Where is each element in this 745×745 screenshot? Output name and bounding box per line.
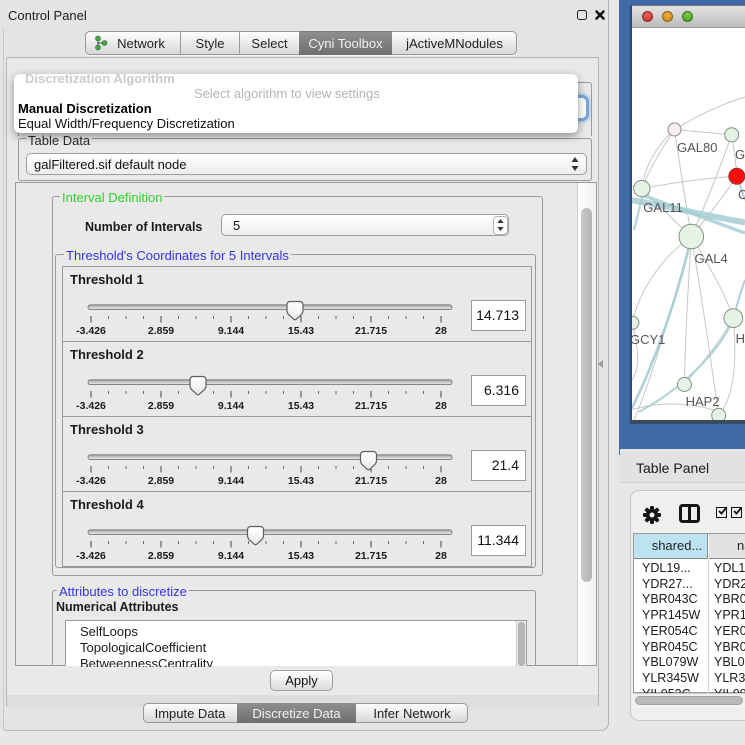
- svg-text:C: C: [738, 187, 745, 202]
- svg-text:15.43: 15.43: [288, 475, 314, 487]
- svg-text:-3.426: -3.426: [76, 325, 106, 337]
- svg-text:21.715: 21.715: [355, 550, 387, 562]
- svg-text:GAL80: GAL80: [677, 140, 717, 155]
- svg-text:2.859: 2.859: [148, 475, 174, 487]
- svg-text:9.144: 9.144: [218, 400, 244, 412]
- svg-text:GAL11: GAL11: [643, 200, 683, 215]
- svg-text:-3.426: -3.426: [76, 475, 106, 487]
- svg-text:2.859: 2.859: [148, 400, 174, 412]
- svg-text:9.144: 9.144: [218, 475, 244, 487]
- svg-text:28: 28: [435, 475, 447, 487]
- svg-text:28: 28: [435, 400, 447, 412]
- svg-text:15.43: 15.43: [288, 400, 314, 412]
- svg-text:HAP2: HAP2: [686, 394, 720, 409]
- svg-text:28: 28: [435, 550, 447, 562]
- svg-text:2.859: 2.859: [148, 325, 174, 337]
- svg-text:GAL4: GAL4: [695, 251, 728, 266]
- svg-text:9.144: 9.144: [218, 325, 244, 337]
- svg-text:9.144: 9.144: [218, 550, 244, 562]
- svg-text:21.715: 21.715: [355, 400, 387, 412]
- svg-text:21.715: 21.715: [355, 325, 387, 337]
- svg-text:2.859: 2.859: [148, 550, 174, 562]
- svg-text:21.715: 21.715: [355, 475, 387, 487]
- svg-text:15.43: 15.43: [288, 550, 314, 562]
- svg-text:15.43: 15.43: [288, 325, 314, 337]
- svg-text:-3.426: -3.426: [76, 550, 106, 562]
- svg-text:G.: G.: [735, 147, 745, 162]
- svg-text:H: H: [736, 331, 745, 346]
- svg-text:GCY1: GCY1: [632, 332, 665, 347]
- svg-text:28: 28: [435, 325, 447, 337]
- svg-text:-3.426: -3.426: [76, 400, 106, 412]
